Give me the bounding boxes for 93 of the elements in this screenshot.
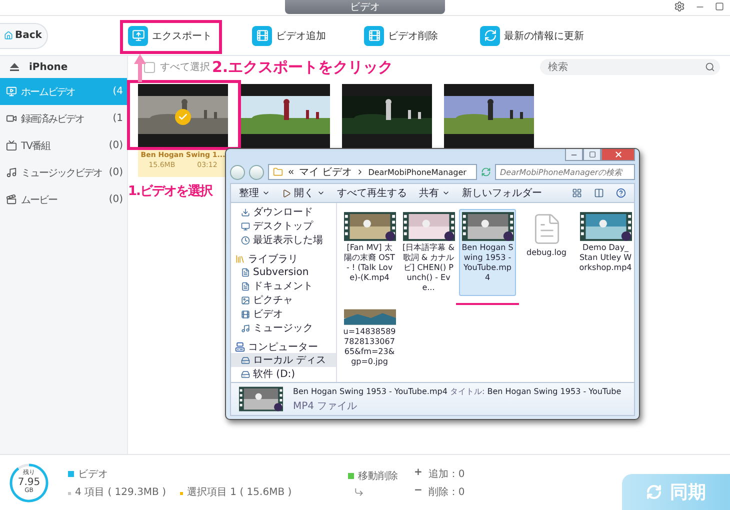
file-item[interactable]: [日本語字幕 & 歌詞 & カナルビ] CHEN() Punch() - Eve... — [400, 209, 457, 296]
document-icon — [241, 282, 250, 290]
maximize-icon[interactable] — [715, 2, 724, 11]
sync-mode-label: 移動削除 — [358, 470, 398, 482]
eject-icon — [10, 63, 19, 71]
search-icon[interactable] — [705, 62, 715, 72]
change-count: 削除：0 — [428, 486, 465, 498]
view-icon[interactable] — [572, 188, 582, 198]
clapperboard-icon — [6, 194, 17, 205]
toolbar-button[interactable]: ビデオ削除 — [364, 26, 480, 46]
download-icon — [241, 208, 250, 216]
folder-icon — [273, 167, 283, 177]
change-count: 追加：0 — [428, 468, 465, 480]
category-label: ビデオ — [78, 468, 108, 480]
nav-item[interactable]: 最近表示した場 — [231, 233, 336, 247]
toolbar-button[interactable]: 開く — [282, 186, 325, 200]
nav-item[interactable]: ピクチャ — [231, 293, 336, 307]
close-button[interactable] — [601, 149, 635, 161]
film-icon — [364, 26, 384, 46]
file-item[interactable]: u=14838589782813306765&fm=23&gp=0.jpg — [341, 306, 398, 370]
storage-value: 7.95 — [18, 477, 40, 488]
path-segment[interactable]: マイ ビデオ — [299, 165, 352, 179]
books-icon — [235, 254, 245, 264]
toolbar-button[interactable]: 整理 — [239, 186, 270, 200]
toolbar-button[interactable]: すべて再生する — [337, 186, 407, 200]
file-item[interactable]: debug.log — [518, 209, 575, 296]
path-segment[interactable]: DearMobiPhoneManager — [368, 168, 466, 176]
device-label[interactable]: iPhone — [0, 56, 127, 78]
sidebar-item[interactable]: TV番組 (0) — [0, 132, 127, 159]
chevrons-icon — [287, 168, 295, 176]
sign: − — [414, 484, 422, 498]
nav-item[interactable]: ドキュメント — [231, 279, 336, 293]
home-icon — [4, 31, 13, 40]
clock-icon — [241, 236, 250, 244]
count-text: 選択項目 1 ( 15.6MB ) — [187, 486, 292, 498]
play-icon — [282, 188, 291, 198]
nav-group[interactable]: コンピューター — [231, 335, 336, 353]
sidebar-item[interactable]: ミュージックビデオ (0) — [0, 159, 127, 186]
file-details: Ben Hogan Swing 1953 - YouTube.mp4 タイトル: Ben Hogan Swing 1953 - YouTube — [293, 386, 622, 396]
drive-icon — [241, 356, 250, 364]
help-icon[interactable] — [616, 188, 626, 198]
annotation-text: 2.エクスポートをクリック — [212, 58, 394, 77]
computer-icon — [235, 342, 245, 352]
file-type: MP4 ファイル — [293, 400, 358, 412]
window-title: ビデオ — [285, 0, 445, 14]
toolbar-button[interactable]: 最新の情報に更新 — [480, 26, 620, 46]
film-icon — [241, 310, 250, 318]
tv-icon — [6, 140, 17, 151]
file-item[interactable]: [Fan MV] 太陽の末裔 OST - ! (Talk Love)-(K.mp4 — [341, 209, 398, 296]
arrow — [134, 54, 146, 82]
address-bar[interactable]: マイ ビデオ DearMobiPhoneManager — [268, 164, 477, 180]
search-field[interactable]: DearMobiPhoneManagerの検索 — [495, 164, 635, 180]
close-icon — [614, 150, 622, 159]
back-button[interactable]: Back — [0, 22, 48, 48]
refresh-icon — [646, 484, 662, 500]
film-icon — [252, 26, 272, 46]
nav-group[interactable]: ライブラリ — [231, 247, 336, 265]
export-icon — [128, 26, 148, 46]
pane-icon[interactable] — [594, 188, 604, 198]
settings-icon[interactable] — [674, 1, 685, 12]
nav-item[interactable]: ローカル ディス — [231, 353, 336, 367]
underline-mark — [456, 303, 519, 305]
toolbar-button[interactable]: エクスポート — [128, 26, 252, 46]
annotation-text: 1.ビデオを選択 — [128, 183, 212, 200]
sign: + — [414, 466, 422, 480]
toolbar-button[interactable]: 共有 — [419, 186, 450, 200]
monitor-icon — [6, 86, 17, 97]
drive-icon — [241, 370, 250, 378]
image-icon — [241, 296, 250, 304]
sidebar-item[interactable]: 録画済みビデオ (1 — [0, 105, 127, 132]
document-icon — [241, 268, 250, 276]
nav-item[interactable]: ダウンロード — [231, 205, 336, 219]
maximize-button[interactable] — [583, 149, 601, 161]
camera-icon — [6, 113, 17, 124]
refresh-icon — [480, 26, 500, 46]
maximize-icon — [588, 151, 596, 158]
music-icon — [6, 167, 17, 178]
minimize-button[interactable] — [565, 149, 583, 161]
nav-item[interactable]: Subversion — [231, 265, 336, 279]
count-text: 4 項目 ( 129.3MB ) — [75, 486, 166, 498]
nav-item[interactable]: ミュージック — [231, 321, 336, 335]
select-all-checkbox[interactable]: すべて選択 — [144, 60, 210, 74]
sidebar-item[interactable]: ムービー (0) — [0, 186, 127, 213]
search-field[interactable]: 検索 — [540, 59, 720, 75]
nav-item[interactable]: デスクトップ — [231, 219, 336, 233]
music-icon — [241, 324, 250, 332]
return-arrow-icon — [354, 486, 364, 496]
file-item[interactable]: Demo Day_ Stan Utley Workshop.mp4 — [577, 209, 634, 296]
nav-item[interactable]: ビデオ — [231, 307, 336, 321]
monitor-icon — [241, 222, 250, 230]
toolbar-button[interactable]: 新しいフォルダー — [462, 186, 542, 200]
toolbar-button[interactable]: ビデオ追加 — [252, 26, 364, 46]
nav-item[interactable]: 软件 (D:) — [231, 367, 336, 381]
